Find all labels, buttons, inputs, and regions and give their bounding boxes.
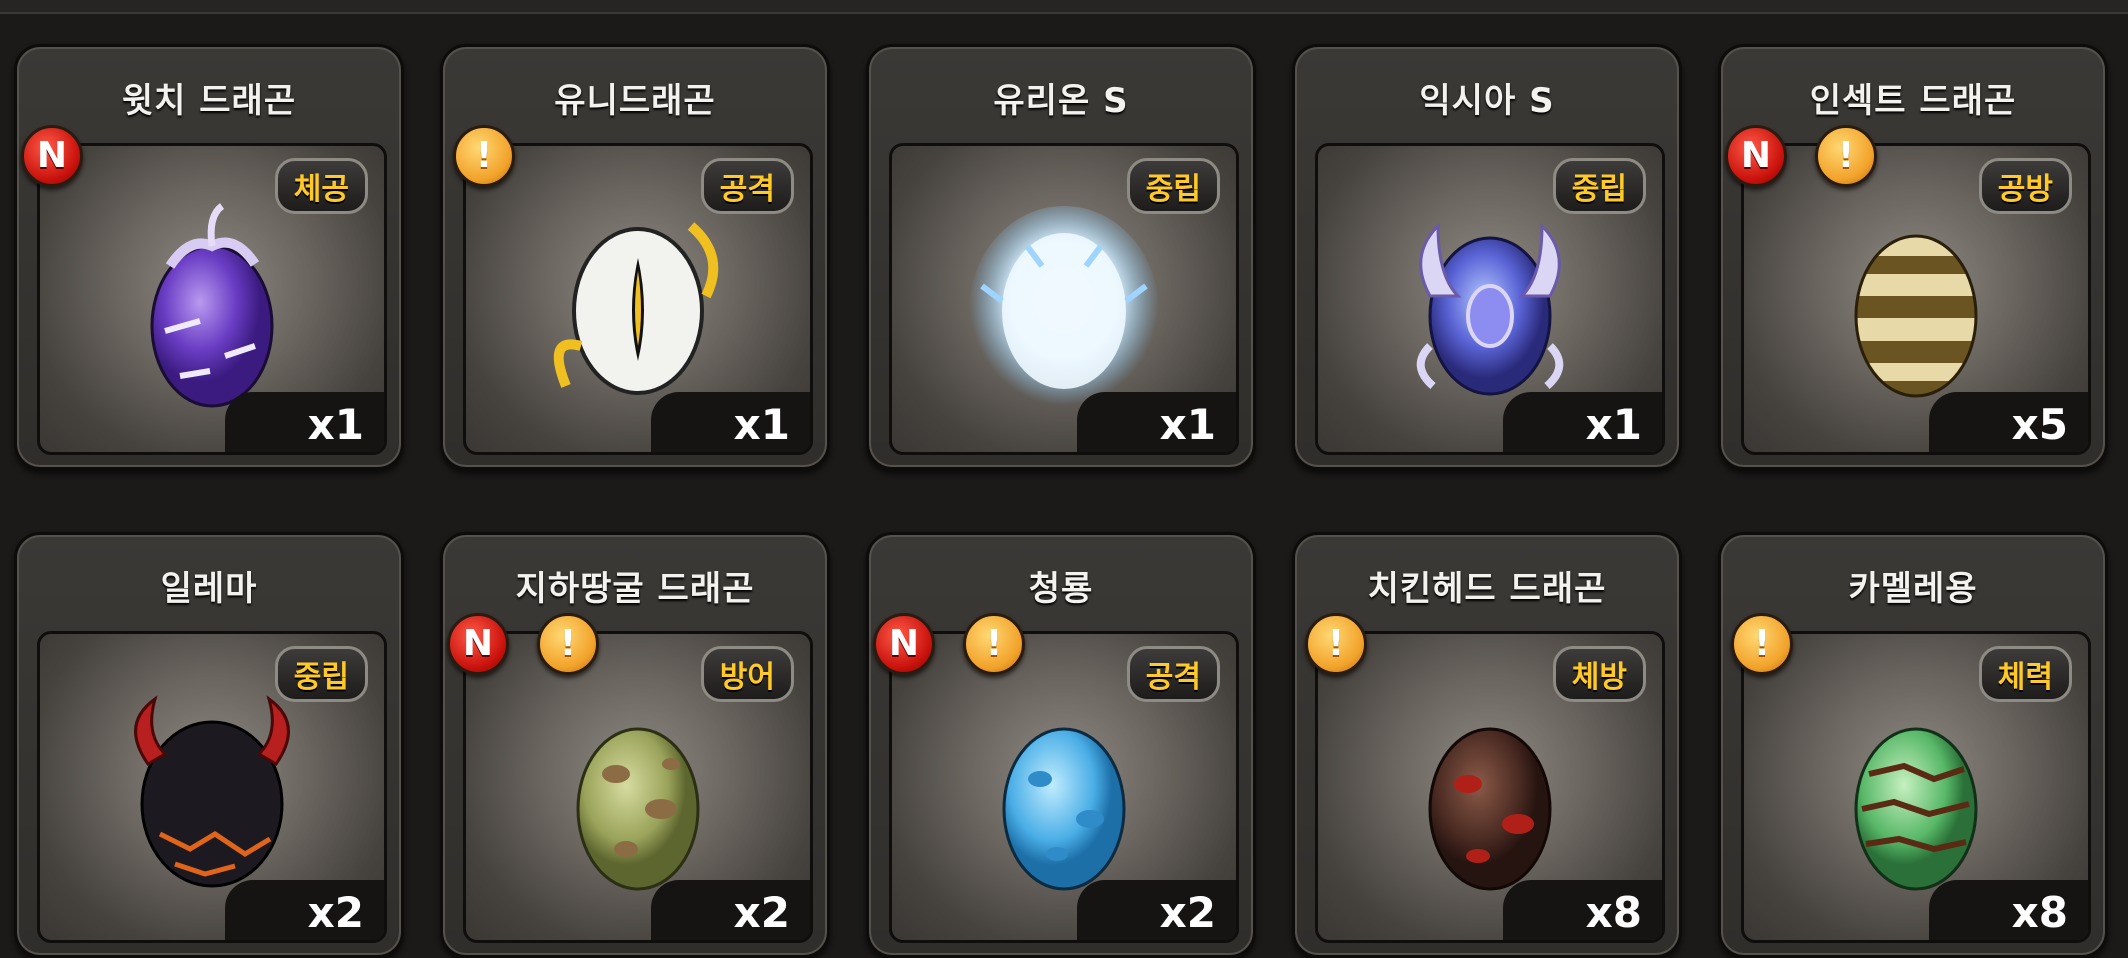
count-label: x5 [1929,392,2088,452]
egg-slot: 중립 x1 [1315,143,1665,455]
type-tag: 체공 [274,158,368,214]
egg-card-yurion-s[interactable]: 유리온 S 중립 x1 [866,44,1256,470]
type-tag: 공격 [1126,646,1220,702]
egg-card-chickenhead-dragon[interactable]: 치킨헤드 드래곤 체방 x8 ! [1292,532,1682,958]
egg-slot: 체공 x1 [37,143,387,455]
alert-badge: ! [453,125,515,187]
alert-badge: ! [537,613,599,675]
egg-slot: 공격 x1 [463,143,813,455]
egg-slot: 중립 x1 [889,143,1239,455]
top-divider [0,0,2128,14]
new-badge: N [21,125,83,187]
egg-name: 일레마 [160,569,258,609]
count-label: x1 [651,392,810,452]
egg-card-insect-dragon[interactable]: 인섹트 드래곤 공방 x5 N ! [1718,44,2108,470]
type-tag: 체력 [1978,646,2072,702]
egg-slot: 중립 x2 [37,631,387,943]
count-label: x8 [1929,880,2088,940]
egg-card-ilema[interactable]: 일레마 중립 x2 [14,532,404,958]
egg-name: 유니드래곤 [554,81,716,121]
type-tag: 체방 [1552,646,1646,702]
count-label: x8 [1503,880,1662,940]
alert-badge: ! [1731,613,1793,675]
count-label: x1 [1077,392,1236,452]
egg-card-iksia-s[interactable]: 익시아 S 중립 x1 [1292,44,1682,470]
type-tag: 방어 [700,646,794,702]
egg-name: 치킨헤드 드래곤 [1367,569,1607,609]
egg-slot: 공방 x5 [1741,143,2091,455]
egg-name: 카멜레용 [1848,569,1978,609]
count-label: x2 [1077,880,1236,940]
egg-card-underground-dragon[interactable]: 지하땅굴 드래곤 방어 x2 N ! [440,532,830,958]
egg-name: 윗치 드래곤 [121,81,297,121]
egg-slot: 체력 x8 [1741,631,2091,943]
egg-card-witch-dragon[interactable]: 윗치 드래곤 체공 x1 N [14,44,404,470]
egg-name: 유리온 S [993,81,1129,121]
count-label: x1 [1503,392,1662,452]
new-badge: N [1725,125,1787,187]
type-tag: 중립 [274,646,368,702]
type-tag: 공방 [1978,158,2072,214]
count-label: x1 [225,392,384,452]
egg-name: 인섹트 드래곤 [1809,81,2017,121]
alert-badge: ! [1305,613,1367,675]
new-badge: N [447,613,509,675]
egg-slot: 체방 x8 [1315,631,1665,943]
egg-card-chameleon-dragon[interactable]: 카멜레용 체력 x8 ! [1718,532,2108,958]
egg-name: 지하땅굴 드래곤 [515,569,755,609]
type-tag: 공격 [700,158,794,214]
type-tag: 중립 [1552,158,1646,214]
type-tag: 중립 [1126,158,1220,214]
count-label: x2 [651,880,810,940]
new-badge: N [873,613,935,675]
egg-card-blue-dragon[interactable]: 청룡 공격 x2 N ! [866,532,1256,958]
egg-card-unidragon[interactable]: 유니드래곤 공격 x1 ! [440,44,830,470]
egg-slot: 방어 x2 [463,631,813,943]
alert-badge: ! [963,613,1025,675]
count-label: x2 [225,880,384,940]
egg-name: 익시아 S [1419,81,1555,121]
alert-badge: ! [1815,125,1877,187]
egg-name: 청룡 [1028,569,1094,609]
egg-slot: 공격 x2 [889,631,1239,943]
